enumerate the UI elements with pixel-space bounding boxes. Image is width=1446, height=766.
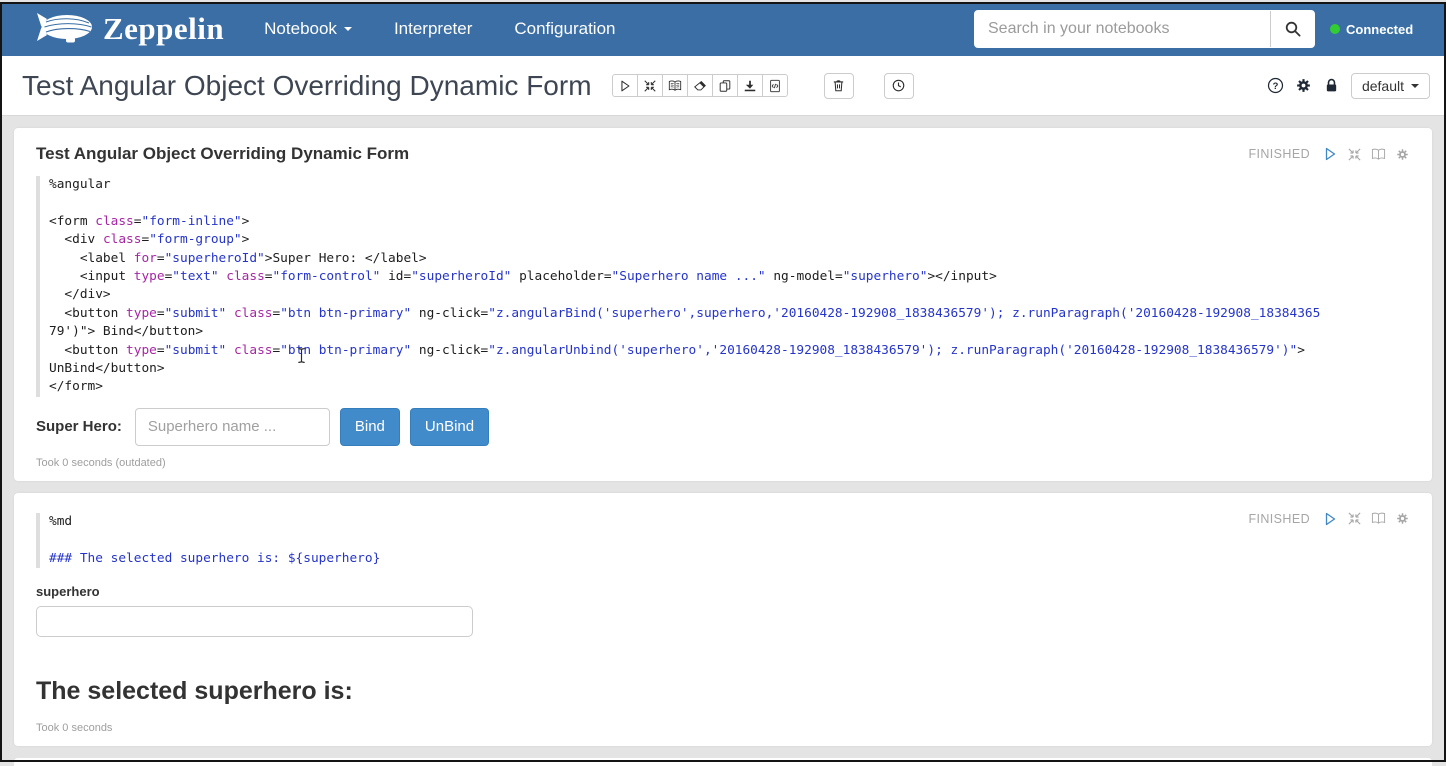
paragraph-1-title: Test Angular Object Overriding Dynamic F…	[36, 144, 409, 164]
run-all-icon	[618, 79, 632, 93]
navbar: Zeppelin Notebook Interpreter Configurat…	[0, 2, 1446, 56]
chevron-down-icon	[344, 27, 352, 31]
show-hide-code-icon	[668, 79, 682, 93]
note-content: Test Angular Object Overriding Dynamic F…	[0, 116, 1446, 766]
collapse-button[interactable]	[637, 74, 663, 97]
remove-note-button[interactable]	[824, 73, 854, 99]
nav-item-configuration-label: Configuration	[514, 19, 615, 39]
nav-links: Notebook Interpreter Configuration	[264, 19, 615, 39]
show-editor-icon[interactable]	[1371, 511, 1386, 526]
collapse-icon[interactable]	[1347, 147, 1362, 162]
paragraph-1-took: Took 0 seconds (outdated)	[36, 457, 1410, 469]
code-download-button[interactable]	[762, 74, 788, 97]
run-icon[interactable]	[1322, 511, 1338, 527]
superhero-name-input[interactable]	[135, 408, 330, 446]
show-editor-icon[interactable]	[1371, 147, 1386, 162]
brand-title: Zeppelin	[103, 11, 224, 47]
show-hide-code-button[interactable]	[662, 74, 688, 97]
clone-note-button[interactable]	[712, 74, 738, 97]
next-paragraph-sliver	[14, 758, 1432, 766]
interpreter-binding-dropdown[interactable]: default	[1351, 73, 1430, 99]
search-button[interactable]	[1270, 11, 1314, 47]
superhero-output-input[interactable]	[36, 606, 473, 637]
connection-status: Connected	[1330, 22, 1430, 37]
zeppelin-brand[interactable]: Zeppelin	[36, 10, 224, 48]
run-all-button[interactable]	[612, 74, 638, 97]
nav-item-notebook[interactable]: Notebook	[264, 19, 352, 39]
navbar-right: Connected	[974, 10, 1430, 48]
markdown-heading: The selected superhero is:	[36, 677, 1410, 706]
trash-icon	[831, 78, 846, 93]
search-icon	[1284, 20, 1302, 38]
paragraph-1-header: Test Angular Object Overriding Dynamic F…	[36, 144, 1410, 164]
scheduler-clock-icon	[891, 78, 906, 93]
collapse-icon	[643, 79, 657, 93]
note-title[interactable]: Test Angular Object Overriding Dynamic F…	[22, 70, 592, 102]
text-cursor	[296, 347, 307, 364]
paragraph-2-controls: FINISHED	[1248, 511, 1410, 527]
nav-item-configuration[interactable]: Configuration	[514, 19, 615, 39]
code-editor-md[interactable]: %md ### The selected superhero is: ${sup…	[36, 513, 1410, 568]
settings-icon[interactable]	[1395, 511, 1410, 526]
paragraph-2-took: Took 0 seconds	[36, 722, 1410, 734]
clear-output-icon	[693, 79, 707, 93]
code-download-icon	[768, 79, 782, 93]
export-icon	[743, 79, 757, 93]
export-button[interactable]	[737, 74, 763, 97]
chevron-down-icon	[1411, 84, 1419, 88]
interpreter-binding-label: default	[1362, 78, 1404, 94]
connected-label: Connected	[1346, 22, 1413, 37]
bind-button[interactable]: Bind	[340, 408, 400, 446]
settings-icon[interactable]	[1395, 147, 1410, 162]
titlebar-right-icons: ? default	[1267, 73, 1430, 99]
paragraph-angular-form: Test Angular Object Overriding Dynamic F…	[14, 128, 1432, 481]
status-badge: FINISHED	[1248, 512, 1310, 526]
status-badge: FINISHED	[1248, 147, 1310, 161]
svg-text:?: ?	[1273, 81, 1279, 92]
clone-note-icon	[718, 79, 732, 93]
note-titlebar: Test Angular Object Overriding Dynamic F…	[0, 56, 1446, 116]
zeppelin-blimp-icon	[36, 10, 94, 48]
connected-dot	[1330, 24, 1340, 34]
superhero-form-label: Super Hero:	[36, 418, 122, 435]
clear-output-button[interactable]	[687, 74, 713, 97]
settings-gear-icon[interactable]	[1295, 77, 1312, 94]
unbind-button[interactable]: UnBind	[410, 408, 489, 446]
nav-item-interpreter-label: Interpreter	[394, 19, 472, 39]
help-icon[interactable]: ?	[1267, 77, 1284, 94]
superhero-output-label: superhero	[36, 584, 1410, 599]
note-toolbar	[612, 74, 788, 97]
lock-icon[interactable]	[1323, 77, 1340, 94]
paragraph-1-controls: FINISHED	[1248, 146, 1410, 162]
collapse-icon[interactable]	[1347, 511, 1362, 526]
dynamic-form-output: Super Hero: Bind UnBind	[36, 408, 1410, 446]
search-group	[974, 10, 1315, 48]
paragraph-markdown: FINISHED %md ### The selected superhero …	[14, 493, 1432, 746]
run-icon[interactable]	[1322, 146, 1338, 162]
scheduler-button[interactable]	[884, 73, 914, 99]
nav-item-notebook-label: Notebook	[264, 19, 337, 39]
code-editor-angular[interactable]: %angular <form class="form-inline"> <div…	[36, 176, 1410, 397]
nav-item-interpreter[interactable]: Interpreter	[394, 19, 472, 39]
search-input[interactable]	[975, 11, 1270, 47]
